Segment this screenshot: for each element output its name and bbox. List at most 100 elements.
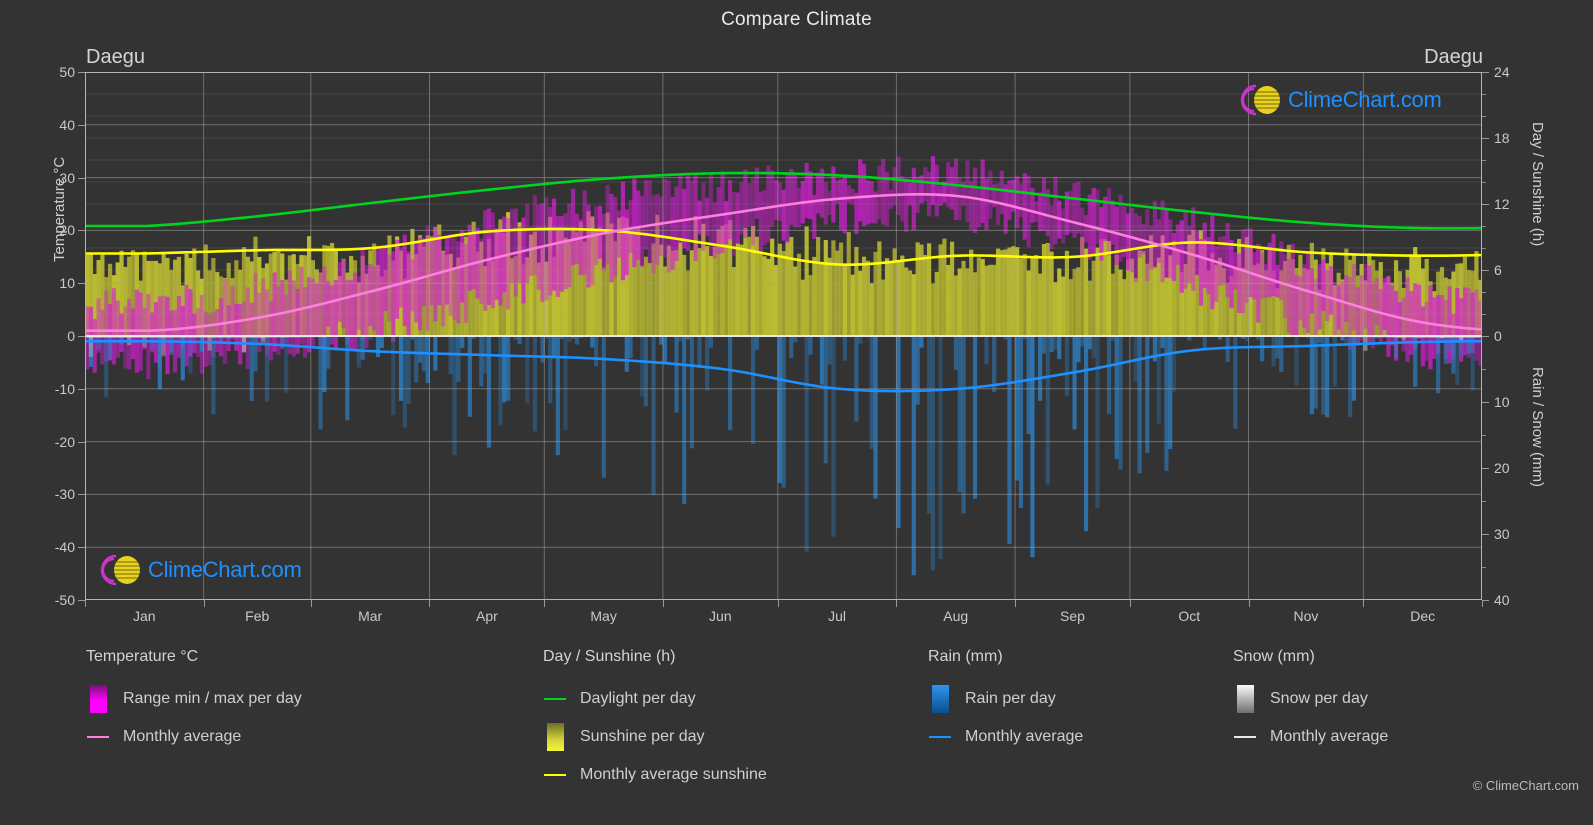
y-axis-right-tick-mark — [1482, 72, 1489, 73]
x-axis-tick-label: Nov — [1293, 608, 1319, 624]
x-axis-tick-mark — [1482, 600, 1483, 607]
y-axis-right-bottom-tick-label: 30 — [1494, 526, 1510, 542]
legend-item[interactable]: Rain per day — [928, 680, 1083, 718]
y-axis-left-tick-mark — [78, 494, 85, 496]
y-axis-right-tick-mark — [1482, 336, 1489, 337]
snow-average-curve — [86, 335, 1481, 338]
y-axis-left-tick-label: -20 — [54, 433, 75, 450]
city-label-left: Daegu — [86, 46, 145, 68]
x-axis-tick-mark — [896, 600, 898, 607]
legend-line-daylight — [543, 685, 567, 713]
plot-area: 50 40 30 20 10 0 -10 -20 -30 -40 -50 24 18 12 6 0 10 20 3… — [51, 64, 1546, 624]
legend-swatch-sunshine — [543, 723, 567, 751]
legend-swatch-rain — [928, 685, 952, 713]
y-axis-right-tick-mark — [1482, 270, 1489, 271]
y-axis-right-minor-tick — [1482, 314, 1486, 315]
x-axis-tick-label: Feb — [245, 608, 270, 624]
x-axis-tick-label: May — [590, 608, 617, 624]
y-axis-left-tick-mark — [78, 230, 85, 232]
watermark-bottom-left: ClimeChart.com — [92, 550, 302, 590]
y-axis-left-tick-mark — [78, 177, 85, 179]
y-axis-right-minor-tick — [1482, 160, 1486, 161]
x-axis-tick-mark — [203, 600, 205, 607]
legend-heading: Temperature °C — [86, 648, 199, 665]
y-axis-right-minor-tick — [1482, 248, 1486, 249]
x-axis-tick-label: Apr — [475, 608, 498, 624]
y-axis-right-minor-tick — [1482, 369, 1486, 370]
city-label-right: Daegu — [1424, 46, 1483, 68]
legend-label: Monthly average — [965, 728, 1084, 745]
legend-heading: Day / Sunshine (h) — [543, 648, 676, 665]
x-axis-tick-mark — [85, 600, 86, 607]
legend-item[interactable]: Monthly average — [1233, 718, 1388, 756]
legend-item[interactable]: Monthly average sunshine — [543, 756, 767, 794]
legend-swatch-snow — [1233, 685, 1257, 713]
y-axis-right-tick-mark — [1482, 600, 1489, 601]
legend-label: Monthly average — [1270, 728, 1389, 745]
y-axis-left-tick-label: 10 — [59, 275, 75, 292]
watermark-text: ClimeChart.com — [1288, 87, 1442, 112]
y-axis-left-tick-label: -50 — [54, 592, 75, 608]
legend-line-sunshine-average — [543, 761, 567, 789]
x-axis-tick-label: Jan — [133, 608, 156, 624]
legend-item[interactable]: Monthly average — [86, 718, 302, 756]
legend: Temperature °C Range min / max per day M… — [0, 648, 1593, 813]
legend-group-day-sunshine: Day / Sunshine (h) Daylight per day Suns… — [543, 648, 767, 794]
y-axis-left-label: Temperature °C — [51, 156, 68, 262]
legend-label: Monthly average — [123, 728, 242, 745]
x-axis-tick-mark — [662, 600, 664, 607]
chart-canvas — [85, 72, 1482, 600]
legend-item[interactable]: Snow per day — [1233, 680, 1388, 718]
page-title: Compare Climate — [721, 9, 872, 30]
y-axis-left-tick-mark — [78, 124, 85, 126]
y-axis-left-tick-mark — [78, 388, 85, 390]
y-axis-right-top-label: Day / Sunshine (h) — [1529, 122, 1546, 247]
y-axis-right-tick-mark — [1482, 534, 1489, 535]
legend-label: Daylight per day — [580, 690, 696, 707]
x-axis-tick-mark — [1129, 600, 1131, 607]
y-axis-left-tick-mark — [78, 547, 85, 549]
legend-item[interactable]: Sunshine per day — [543, 718, 767, 756]
y-axis-right-top-tick-label: 0 — [1494, 328, 1502, 344]
y-axis-right-bottom-tick-label: 20 — [1494, 460, 1510, 476]
x-axis-tick-mark — [1248, 600, 1250, 607]
y-axis-right-top-tick-label: 12 — [1494, 196, 1510, 212]
y-axis-right-minor-tick — [1482, 182, 1486, 183]
legend-group-rain: Rain (mm) Rain per day Monthly average — [928, 648, 1083, 756]
y-axis-right-minor-tick — [1482, 226, 1486, 227]
y-axis-right-top-tick-label: 24 — [1494, 64, 1510, 80]
legend-item[interactable]: Monthly average — [928, 718, 1083, 756]
y-axis-left-tick-mark — [78, 600, 85, 601]
y-axis-right-minor-tick — [1482, 501, 1486, 502]
x-axis-tick-label: Aug — [943, 608, 969, 624]
y-axis-right-tick-mark — [1482, 204, 1489, 205]
x-axis-tick-label: Dec — [1410, 608, 1436, 624]
x-axis-tick-mark — [1015, 600, 1017, 607]
legend-group-temperature: Temperature °C Range min / max per day M… — [86, 648, 302, 756]
y-axis-left-tick-label: 0 — [67, 328, 75, 344]
x-axis-tick-mark — [544, 600, 546, 607]
legend-label: Monthly average sunshine — [580, 766, 767, 783]
y-axis-right-minor-tick — [1482, 116, 1486, 117]
y-axis-right-tick-mark — [1482, 138, 1489, 139]
x-axis-tick-label: Sep — [1059, 608, 1085, 624]
y-axis-left-tick-mark — [78, 72, 85, 73]
y-axis-left-tick-mark — [78, 441, 85, 443]
x-axis-tick-mark — [310, 600, 312, 607]
y-axis-left-tick-mark — [78, 336, 85, 337]
legend-heading: Snow (mm) — [1233, 648, 1315, 665]
legend-item[interactable]: Range min / max per day — [86, 680, 302, 718]
y-axis-left-tick-label: -40 — [54, 539, 75, 556]
x-axis-tick-mark — [777, 600, 779, 607]
y-axis-right-minor-tick — [1482, 567, 1486, 568]
watermark-top-right: ClimeChart.com — [1232, 80, 1442, 120]
legend-label: Snow per day — [1270, 690, 1368, 707]
climate-chart-page: Compare Climate Daegu Daegu 50 40 30 20 … — [0, 0, 1593, 825]
y-axis-right-bottom-tick-label: 40 — [1494, 592, 1510, 608]
y-axis-left-tick-label: -10 — [54, 380, 75, 397]
y-axis-right-tick-mark — [1482, 402, 1489, 403]
y-axis-right-bottom-tick-label: 10 — [1494, 394, 1510, 410]
y-axis-left-tick-label: -30 — [54, 486, 75, 503]
legend-item[interactable]: Daylight per day — [543, 680, 767, 718]
legend-label: Sunshine per day — [580, 728, 705, 745]
